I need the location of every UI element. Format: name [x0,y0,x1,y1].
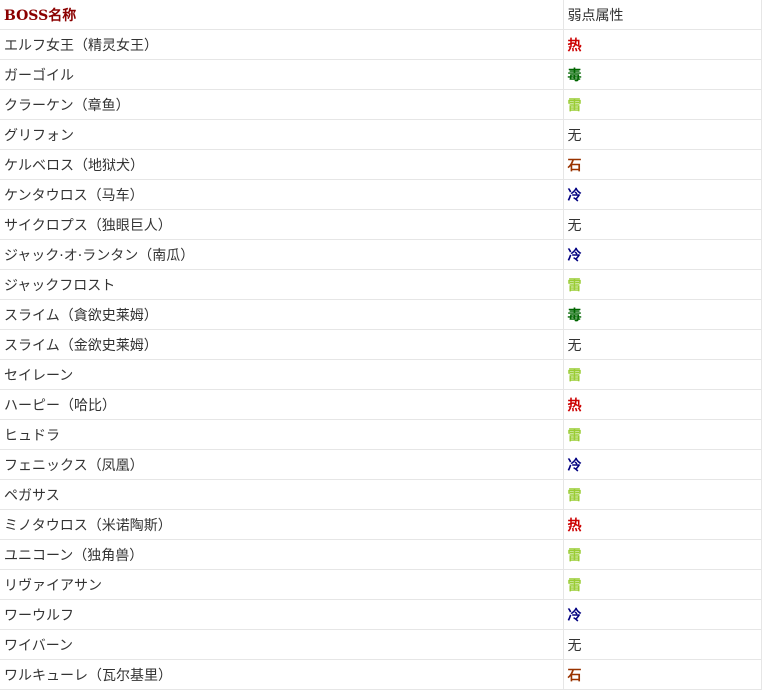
weakness-cell: 无 [563,209,762,240]
table-row: ジャック·オ·ランタン（南瓜）冷 [0,239,762,270]
boss-name-cell: サイクロプス（独眼巨人） [0,209,564,240]
boss-name-cell: ワーウルフ [0,599,564,630]
boss-name-cell: ガーゴイル [0,59,564,90]
table-row: ヒュドラ雷 [0,419,762,450]
boss-name-cell: ケルベロス（地狱犬） [0,149,564,180]
weakness-cell: 热 [563,29,762,60]
table-row: ケンタウロス（马车）冷 [0,179,762,210]
weakness-cell: 石 [563,659,762,690]
weakness-cell: 雷 [563,419,762,450]
table-row: クラーケン（章鱼）雷 [0,89,762,120]
weakness-cell: 雷 [563,359,762,390]
weakness-cell: 冷 [563,179,762,210]
weakness-cell: 热 [563,509,762,540]
table-header-row: BOSS名称 弱点属性 [0,0,762,30]
weakness-cell: 冷 [563,449,762,480]
weakness-cell: 雷 [563,539,762,570]
table-row: ワーウルフ冷 [0,599,762,630]
boss-name-cell: リヴァイアサン [0,569,564,600]
table-row: ミノタウロス（米诺陶斯）热 [0,509,762,540]
boss-name-cell: ジャックフロスト [0,269,564,300]
boss-name-cell: スライム（貪欲史莱姆） [0,299,564,330]
table-row: セイレーン雷 [0,359,762,390]
boss-name-cell: ユニコーン（独角兽） [0,539,564,570]
boss-weakness-table: BOSS名称 弱点属性 エルフ女王（精灵女王）热ガーゴイル毒クラーケン（章鱼）雷… [0,0,762,690]
table-row: ユニコーン（独角兽）雷 [0,539,762,570]
weakness-cell: 雷 [563,269,762,300]
weakness-cell: 冷 [563,599,762,630]
table-row: サイクロプス（独眼巨人）无 [0,209,762,240]
table-row: ガーゴイル毒 [0,59,762,90]
boss-name-cell: ミノタウロス（米诺陶斯） [0,509,564,540]
boss-name-cell: ジャック·オ·ランタン（南瓜） [0,239,564,270]
boss-name-cell: ハーピー（哈比） [0,389,564,420]
weakness-cell: 无 [563,119,762,150]
table-row: エルフ女王（精灵女王）热 [0,29,762,60]
boss-name-cell: ペガサス [0,479,564,510]
weakness-cell: 热 [563,389,762,420]
boss-name-cell: グリフォン [0,119,564,150]
weakness-cell: 毒 [563,299,762,330]
table-row: リヴァイアサン雷 [0,569,762,600]
table-body: エルフ女王（精灵女王）热ガーゴイル毒クラーケン（章鱼）雷グリフォン无ケルベロス（… [0,29,762,690]
boss-name-cell: ヒュドラ [0,419,564,450]
boss-name-cell: ワイバーン [0,629,564,660]
boss-name-cell: エルフ女王（精灵女王） [0,29,564,60]
table-row: スライム（貪欲史莱姆）毒 [0,299,762,330]
weakness-cell: 石 [563,149,762,180]
boss-name-cell: スライム（金欲史莱姆） [0,329,564,360]
table-row: ジャックフロスト雷 [0,269,762,300]
table-row: スライム（金欲史莱姆）无 [0,329,762,360]
table-row: ワルキューレ（瓦尔基里）石 [0,659,762,690]
weakness-cell: 雷 [563,479,762,510]
boss-name-cell: セイレーン [0,359,564,390]
weakness-cell: 冷 [563,239,762,270]
table-row: グリフォン无 [0,119,762,150]
table-row: ワイバーン无 [0,629,762,660]
weakness-cell: 雷 [563,569,762,600]
weakness-cell: 雷 [563,89,762,120]
table-row: ケルベロス（地狱犬）石 [0,149,762,180]
header-boss-name: BOSS名称 [0,0,564,30]
table-row: フェニックス（凤凰）冷 [0,449,762,480]
weakness-cell: 毒 [563,59,762,90]
weakness-cell: 无 [563,629,762,660]
boss-name-cell: クラーケン（章鱼） [0,89,564,120]
boss-name-cell: ケンタウロス（马车） [0,179,564,210]
table-row: ペガサス雷 [0,479,762,510]
boss-name-cell: フェニックス（凤凰） [0,449,564,480]
header-weakness: 弱点属性 [563,0,762,30]
boss-name-cell: ワルキューレ（瓦尔基里） [0,659,564,690]
table-row: ハーピー（哈比）热 [0,389,762,420]
weakness-cell: 无 [563,329,762,360]
